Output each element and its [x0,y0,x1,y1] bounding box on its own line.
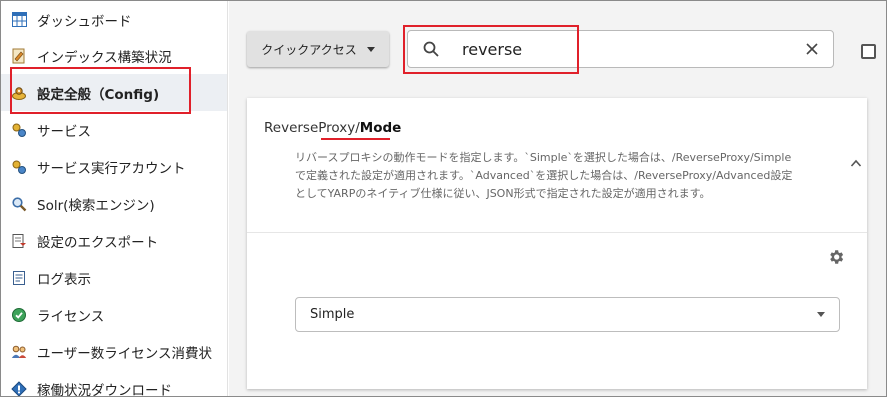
sidebar-item-label: インデックス構築状況 [37,49,172,66]
chevron-up-icon[interactable] [850,158,862,168]
sidebar-item-label: 設定全般（Config) [37,86,160,103]
log-icon [11,270,27,286]
sidebar-item-label: ユーザー数ライセンス消費状 [37,345,212,362]
sidebar: ダッシュボード インデックス構築状況 設定全般（Config) サービス サービ… [1,1,228,396]
chevron-down-icon [817,312,825,317]
index-build-icon [11,48,27,64]
sidebar-item-label: ログ表示 [37,271,91,288]
sidebar-item-user-license[interactable]: ユーザー数ライセンス消費状 [1,333,227,370]
search-engine-icon [11,196,27,212]
mode-underline [321,138,390,140]
search-field[interactable]: reverse [407,30,834,68]
sidebar-item-export[interactable]: 設定のエクスポート [1,222,227,259]
sidebar-item-license[interactable]: ライセンス [1,296,227,333]
filter-checkbox[interactable] [861,44,876,59]
sidebar-item-label: Solr(検索エンジン) [37,197,155,214]
sidebar-item-index-status[interactable]: インデックス構築状況 [1,37,227,74]
sidebar-item-download[interactable]: 稼働状況ダウンロード [1,370,227,396]
sidebar-item-label: 設定のエクスポート [37,234,159,251]
download-icon [11,380,27,396]
close-icon[interactable] [805,42,819,56]
chevron-down-icon [366,46,375,52]
dashboard-grid-icon [11,12,27,28]
description-line: としてYARPのネイティブ仕様に従い、JSON形式で指定された設定が適用されます… [295,187,711,200]
sidebar-item-label: 稼働状況ダウンロード [37,382,172,397]
main-panel: クイックアクセス reverse ReverseProxy/Mode リバースプ… [229,1,886,396]
sidebar-item-log[interactable]: ログ表示 [1,259,227,296]
license-icon [11,307,27,323]
setting-title-key: Mode [359,120,402,136]
user-license-icon [11,344,27,360]
sidebar-item-label: サービス [37,123,91,140]
sidebar-item-services[interactable]: サービス [1,111,227,148]
mode-select-value: Simple [310,307,355,322]
search-icon [423,41,439,57]
quick-access-label: クイックアクセス [261,42,357,57]
export-icon [11,233,27,249]
sidebar-item-label: ダッシュボード [37,13,132,30]
setting-card: ReverseProxy/Mode リバースプロキシの動作モードを指定します。`… [247,98,867,389]
search-input[interactable]: reverse [462,40,805,59]
service-icon [11,122,27,138]
mode-select[interactable]: Simple [295,297,840,332]
description-line: リバースプロキシの動作モードを指定します。`Simple`を選択した場合は、/R… [295,151,792,164]
sidebar-item-service-account[interactable]: サービス実行アカウント [1,148,227,185]
sidebar-item-label: サービス実行アカウント [37,160,186,177]
description-line: で定義された設定が適用されます。`Advanced`を選択した場合は、/Reve… [295,169,793,182]
setting-title: ReverseProxy/Mode [264,120,401,136]
sidebar-item-label: ライセンス [37,308,105,325]
setting-title-prefix: ReverseProxy/ [264,120,360,136]
gear-icon[interactable] [827,248,845,266]
setting-description: リバースプロキシの動作モードを指定します。`Simple`を選択した場合は、/R… [295,149,815,203]
quick-access-button[interactable]: クイックアクセス [247,31,389,67]
divider [247,232,867,233]
sidebar-item-config[interactable]: 設定全般（Config) [1,74,227,111]
service-account-icon [11,159,27,175]
config-icon [11,85,27,101]
sidebar-item-solr[interactable]: Solr(検索エンジン) [1,185,227,222]
sidebar-item-dashboard[interactable]: ダッシュボード [1,1,227,38]
